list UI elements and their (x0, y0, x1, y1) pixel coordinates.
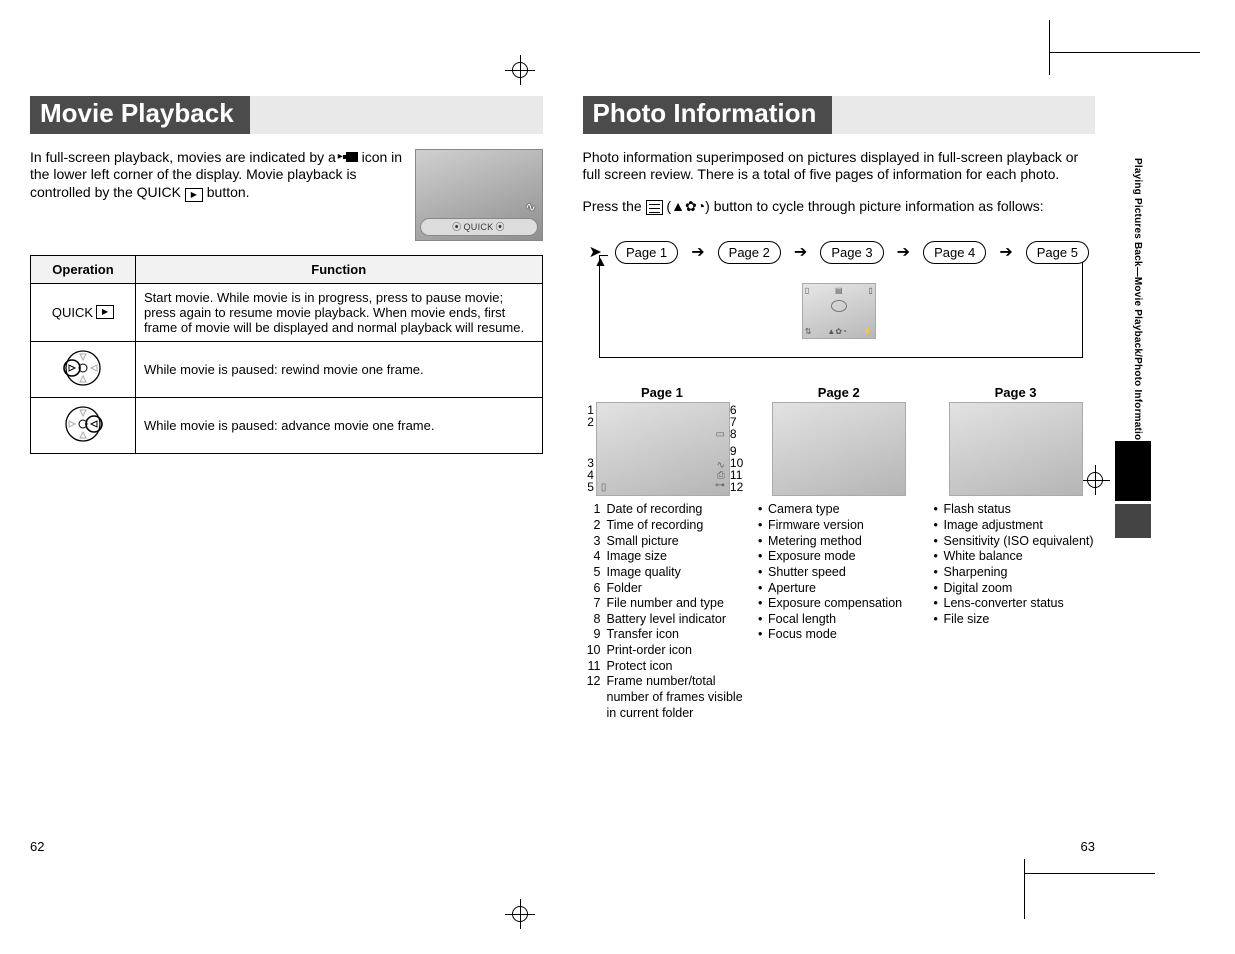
quick-bar: ⦿ QUICK ⦿ (420, 218, 538, 236)
page-right: Photo Information Photo information supe… (563, 96, 1096, 854)
page-left: Movie Playback In full-screen playback, … (30, 96, 563, 854)
registration-mark-bottom (505, 899, 535, 929)
legend-item: • Sharpening (934, 565, 1096, 581)
flow-node-page3: Page 3 (820, 241, 883, 264)
thumb-index-gray (1115, 504, 1151, 538)
legend-item: • Focal length (758, 612, 920, 628)
crop-mark (1050, 52, 1200, 53)
arrow-icon: ➔ (999, 245, 1012, 261)
flow-node-page4: Page 4 (923, 241, 986, 264)
legend-item: • Focus mode (758, 627, 920, 643)
legend: 1Date of recording2Time of recording3Sma… (583, 502, 1096, 721)
table-row: While movie is paused: rewind movie one … (31, 341, 543, 397)
thumb-index-black (1115, 441, 1151, 501)
multiselector-left-icon (63, 348, 103, 388)
crop-mark (1024, 859, 1025, 919)
playback-thumbnail: ∿ ⦿ QUICK ⦿ (415, 149, 543, 241)
legend-item: • White balance (934, 549, 1096, 565)
center-screen-sample: ▯▤▯ ⇅▲✿◔⚡ (802, 283, 876, 339)
thumb-page3 (949, 402, 1083, 496)
legend-item: 10Print-order icon (583, 643, 745, 659)
movie-icon (340, 152, 358, 164)
arrow-icon: ➔ (691, 245, 704, 261)
heading-movie-playback: Movie Playback (30, 96, 250, 134)
thumb-label-1: Page 1 (583, 385, 742, 400)
menu-glyph: ▤ (835, 286, 843, 295)
legend-item: 3Small picture (583, 534, 745, 550)
fn-advance: While movie is paused: advance movie one… (136, 397, 543, 453)
page-number-right: 63 (1081, 839, 1095, 854)
legend-item: • File size (934, 612, 1096, 628)
icon-people: ▲ (671, 198, 685, 214)
thumb-page1: ▭ ∿ ⎙ ⊶ ▯ (596, 402, 730, 496)
registration-mark-top (505, 55, 535, 85)
heading-photo-information: Photo Information (583, 96, 833, 134)
page-thumbnails: Page 1 ▭ ∿ ⎙ ⊶ ▯ 1 2 3 4 5 6 7 (583, 385, 1096, 496)
icon-flower: ✿ (685, 198, 697, 214)
flow-node-page2: Page 2 (718, 241, 781, 264)
legend-item: • Image adjustment (934, 518, 1096, 534)
section-tab: Playing Pictures Back—Movie Playback/Pho… (1127, 158, 1143, 447)
legend-item: 11Protect icon (583, 659, 745, 675)
col-function: Function (136, 255, 543, 283)
page-flow-diagram: ➤ Page 1 ➔ Page 2 ➔ Page 3 ➔ Page 4 ➔ Pa… (583, 241, 1096, 369)
table-row: While movie is paused: advance movie one… (31, 397, 543, 453)
op-quick: QUICK ▶ (31, 283, 136, 341)
legend-item: 12Frame number/total number of frames vi… (583, 674, 745, 721)
legend-item: 5Image quality (583, 565, 745, 581)
op-advance (31, 397, 136, 453)
legend-item: 2Time of recording (583, 518, 745, 534)
thumb-label-2: Page 2 (759, 385, 918, 400)
play-button-icon: ▶ (96, 305, 114, 319)
legend-item: 4Image size (583, 549, 745, 565)
menu-icon (646, 200, 663, 215)
operation-table: Operation Function QUICK ▶ Start movie. … (30, 255, 543, 454)
legend-item: 6Folder (583, 581, 745, 597)
multiselector-right-icon (63, 404, 103, 444)
legend-item: • Camera type (758, 502, 920, 518)
legend-item: 8Battery level indicator (583, 612, 745, 628)
page-number-left: 62 (30, 839, 44, 854)
transfer-glyph: ∿ (525, 200, 535, 214)
fn-quick: Start movie. While movie is in progress,… (136, 283, 543, 341)
heading-band-left: Movie Playback (30, 96, 543, 134)
flow-node-page1: Page 1 (615, 241, 678, 264)
intro-text-left: In full-screen playback, movies are indi… (30, 149, 405, 202)
legend-col-2: • Camera type• Firmware version• Meterin… (758, 502, 920, 721)
legend-item: 9Transfer icon (583, 627, 745, 643)
legend-item: • Shutter speed (758, 565, 920, 581)
heading-band-right: Photo Information (583, 96, 1096, 134)
legend-item: • Digital zoom (934, 581, 1096, 597)
legend-item: 7File number and type (583, 596, 745, 612)
intro-text-right-1: Photo information superimposed on pictur… (583, 149, 1096, 184)
legend-item: • Lens-converter status (934, 596, 1096, 612)
thumb-page2 (772, 402, 906, 496)
arrow-icon: ➔ (794, 245, 807, 261)
op-rewind (31, 341, 136, 397)
col-operation: Operation (31, 255, 136, 283)
arrow-icon: ➤ (589, 245, 602, 261)
table-row: QUICK ▶ Start movie. While movie is in p… (31, 283, 543, 341)
fn-rewind: While movie is paused: rewind movie one … (136, 341, 543, 397)
crop-mark (1025, 873, 1155, 874)
legend-item: • Exposure compensation (758, 596, 920, 612)
play-button-icon: ▶ (185, 188, 203, 202)
legend-item: • Aperture (758, 581, 920, 597)
icon-timer: ◔ (697, 198, 705, 214)
arrow-icon: ➔ (897, 245, 910, 261)
intro-text-right-2: Press the (▲✿◔) button to cycle through … (583, 198, 1096, 216)
flow-node-page5: Page 5 (1026, 241, 1089, 264)
legend-item: • Firmware version (758, 518, 920, 534)
legend-item: 1Date of recording (583, 502, 745, 518)
crop-mark (1049, 20, 1050, 75)
thumb-label-3: Page 3 (936, 385, 1095, 400)
legend-item: • Flash status (934, 502, 1096, 518)
legend-item: • Exposure mode (758, 549, 920, 565)
legend-item: • Sensitivity (ISO equivalent) (934, 534, 1096, 550)
legend-col-3: • Flash status• Image adjustment• Sensit… (934, 502, 1096, 721)
legend-item: • Metering method (758, 534, 920, 550)
legend-col-1: 1Date of recording2Time of recording3Sma… (583, 502, 745, 721)
